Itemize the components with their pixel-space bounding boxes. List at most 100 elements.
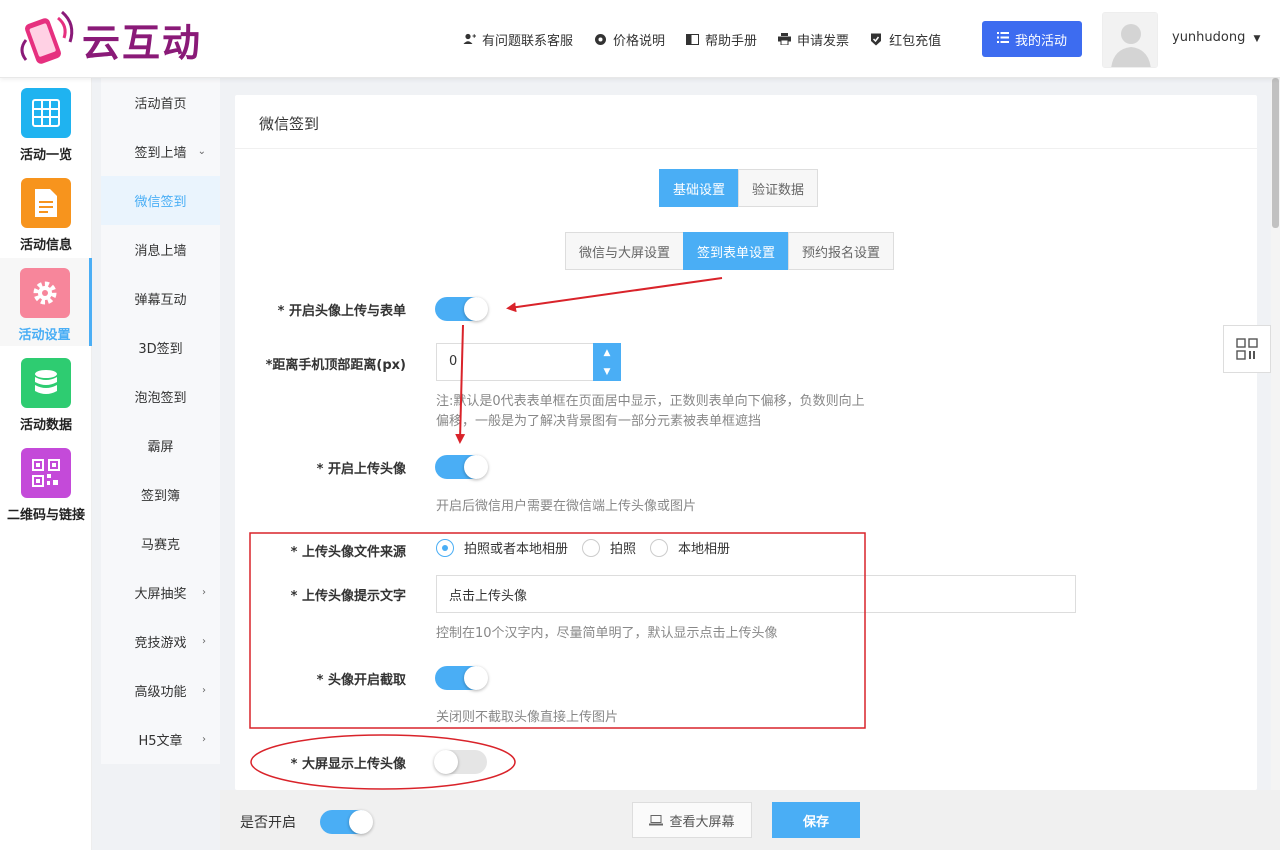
number-stepper: ▲ ▼ [593, 343, 621, 381]
iconnav-qrcode[interactable]: 二维码与链接 [0, 438, 92, 526]
iconnav-data[interactable]: 活动数据 [0, 348, 92, 436]
subnav-label: 马赛克 [140, 538, 180, 553]
topnav-invoice[interactable]: 申请发票 [777, 30, 849, 49]
tab-reservation[interactable]: 预约报名设置 [788, 232, 895, 270]
subnav-label: 签到簿 [140, 489, 180, 504]
subnav-item[interactable]: 3D签到 [101, 323, 220, 372]
brand-logo[interactable]: 云互动 [18, 10, 202, 68]
radio-camera-or-album[interactable]: 拍照或者本地相册 [436, 538, 568, 557]
subnav-item[interactable]: 弹幕互动 [101, 274, 220, 323]
iconnav-overview[interactable]: 活动一览 [0, 78, 92, 166]
subnav-item[interactable]: 大屏抽奖 › [101, 568, 220, 617]
top-header: 云互动 有问题联系客服 价格说明 帮助手册 申请发票 红包充值 我的活动 yun… [0, 0, 1280, 78]
enable-toggle[interactable] [320, 810, 373, 834]
iconnav-info[interactable]: 活动信息 [0, 168, 92, 256]
printer-icon [777, 32, 791, 46]
view-bigscreen-button[interactable]: 查看大屏幕 [632, 802, 752, 838]
top-offset-hint-line2: 偏移，一般是为了解决背景图有一部分元素被表单框遮挡 [436, 414, 762, 429]
subnav-label: 消息上墙 [134, 244, 187, 259]
topnav-support[interactable]: 有问题联系客服 [462, 30, 573, 49]
main-tabs: 基础设置 验证数据 [659, 169, 819, 207]
avatar-form-label: * 开启头像上传与表单 [277, 304, 406, 319]
chevron-up-icon[interactable]: ▲ [593, 343, 621, 362]
prompt-text-input[interactable]: 点击上传头像 [436, 575, 1076, 613]
topnav-label: 红包充值 [889, 33, 942, 49]
prompt-text-hint: 控制在10个汉字内，尽量简单明了，默认显示点击上传头像 [436, 626, 778, 641]
chevron-down-icon[interactable]: ▼ [593, 362, 621, 381]
toggle-knob [349, 810, 373, 834]
iconnav-label: 活动数据 [19, 418, 72, 433]
avatar[interactable] [1102, 12, 1158, 68]
topnav-pricing[interactable]: 价格说明 [593, 30, 665, 49]
topnav-help[interactable]: 帮助手册 [685, 30, 757, 49]
radio-camera[interactable]: 拍照 [582, 538, 636, 557]
radio-album[interactable]: 本地相册 [650, 538, 730, 557]
avatar-form-toggle[interactable] [435, 297, 488, 321]
subnav-item[interactable]: 霸屏 [101, 421, 220, 470]
my-activity-button[interactable]: 我的活动 [982, 21, 1082, 57]
subnav-label: 签到上墙 [134, 146, 187, 161]
iconnav-label: 活动信息 [19, 238, 72, 253]
brand-name: 云互动 [82, 20, 203, 65]
radio-label: 本地相册 [678, 542, 731, 557]
subnav-item[interactable]: 活动首页 [101, 78, 220, 127]
crop-label: * 头像开启截取 [316, 673, 406, 688]
chevron-right-icon: › [202, 734, 206, 745]
qrcode-float-button[interactable] [1223, 325, 1271, 373]
topnav-label: 有问题联系客服 [482, 33, 574, 49]
sub-tabs: 微信与大屏设置 签到表单设置 预约报名设置 [565, 232, 895, 270]
topnav-recharge[interactable]: 红包充值 [869, 30, 941, 49]
upload-avatar-hint: 开启后微信用户需要在微信端上传头像或图片 [436, 499, 697, 514]
secondary-sidebar: 活动首页 签到上墙 ⌄ 微信签到 消息上墙 弹幕互动 3D签到 泡泡签到 霸屏 签… [101, 78, 220, 764]
toggle-knob [464, 297, 488, 321]
enable-label: 是否开启 [240, 815, 296, 831]
upload-avatar-toggle[interactable] [435, 455, 488, 479]
tab-verify-data[interactable]: 验证数据 [738, 169, 819, 207]
crop-hint: 关闭则不截取头像直接上传图片 [436, 710, 619, 725]
top-offset-input[interactable]: 0 ▲ ▼ [436, 343, 621, 381]
radio-label: 拍照 [610, 542, 637, 557]
subnav-label: 泡泡签到 [134, 391, 187, 406]
user-silhouette-icon [1103, 13, 1157, 67]
user-menu[interactable]: yunhudong ▼ [1172, 30, 1260, 45]
subnav-label: 活动首页 [134, 97, 187, 112]
subnav-item[interactable]: H5文章 › [101, 715, 220, 764]
subnav-item[interactable]: 高级功能 › [101, 666, 220, 715]
subnav-item[interactable]: 微信签到 [101, 176, 220, 225]
tab-basic-settings[interactable]: 基础设置 [659, 169, 740, 207]
subnav-label: 竞技游戏 [134, 636, 187, 651]
chevron-down-icon: ⌄ [197, 146, 206, 157]
iconnav-settings[interactable]: 活动设置 [0, 258, 92, 346]
save-button[interactable]: 保存 [772, 802, 860, 838]
tab-signin-form[interactable]: 签到表单设置 [683, 232, 790, 270]
subnav-item[interactable]: 签到上墙 ⌄ [101, 127, 220, 176]
scrollbar-thumb[interactable] [1272, 78, 1279, 228]
iconnav-label: 活动一览 [19, 148, 72, 163]
subnav-label: H5文章 [138, 734, 183, 749]
phone-logo-icon [18, 10, 78, 68]
subnav-item[interactable]: 马赛克 [101, 519, 220, 568]
subnav-label: 微信签到 [134, 195, 187, 210]
bigscreen-avatar-toggle[interactable] [434, 750, 487, 774]
tab-wechat-screen[interactable]: 微信与大屏设置 [565, 232, 685, 270]
chevron-right-icon: › [202, 685, 206, 696]
top-nav: 有问题联系客服 价格说明 帮助手册 申请发票 红包充值 [462, 22, 961, 56]
top-offset-label: *距离手机顶部距离(px) [265, 358, 406, 373]
shield-check-icon [869, 32, 883, 46]
radio-dot [436, 538, 454, 557]
qrcode-icon [21, 448, 71, 498]
document-icon [21, 178, 71, 228]
crop-toggle[interactable] [435, 666, 488, 690]
subnav-label: 3D签到 [138, 342, 183, 357]
radio-dot [582, 538, 601, 557]
username: yunhudong [1172, 30, 1246, 45]
subnav-item[interactable]: 竞技游戏 › [101, 617, 220, 666]
subnav-item[interactable]: 签到簿 [101, 470, 220, 519]
radio-label: 拍照或者本地相册 [464, 542, 569, 557]
page-scrollbar[interactable] [1271, 78, 1280, 850]
subnav-item[interactable]: 泡泡签到 [101, 372, 220, 421]
subnav-item[interactable]: 消息上墙 [101, 225, 220, 274]
laptop-icon [649, 814, 664, 825]
grid-icon [21, 88, 71, 138]
radio-dot [650, 538, 669, 557]
